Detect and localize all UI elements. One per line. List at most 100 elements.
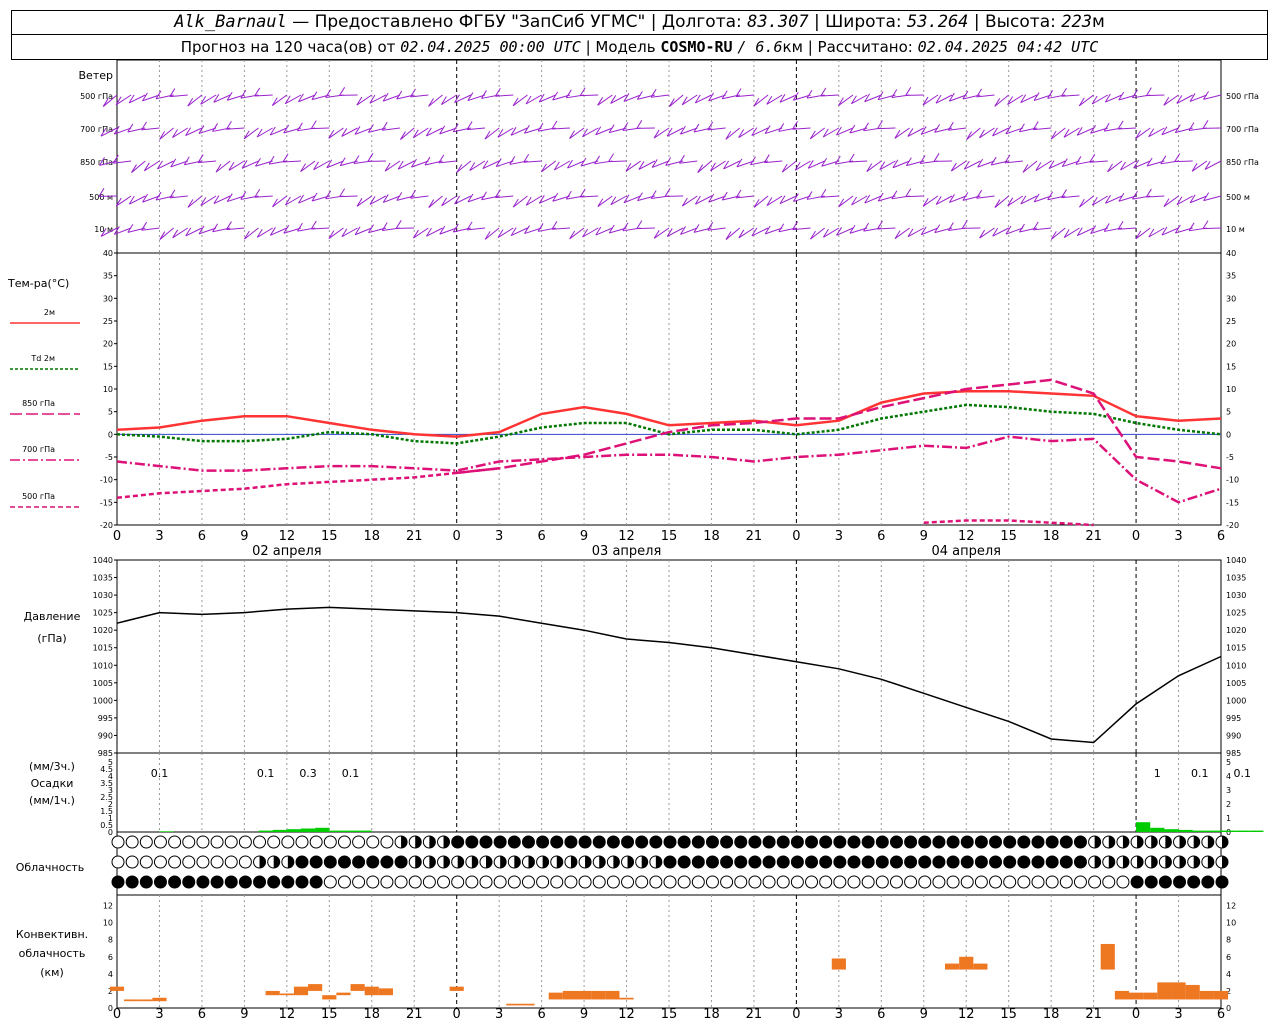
cloud-cover-circle xyxy=(281,835,295,849)
cloud-cover-half xyxy=(1137,856,1144,868)
conv-cloud-bar xyxy=(109,986,125,991)
conv-cloud-bar xyxy=(1114,990,1129,1000)
cloud-cover-half xyxy=(457,856,464,868)
x-tick-label: 15 xyxy=(1000,529,1017,544)
cloud-cover-circle xyxy=(182,855,196,869)
pressure-tick: 995 xyxy=(98,714,113,723)
cloud-cover-half xyxy=(655,856,662,868)
x-tick-label: 0 xyxy=(792,529,800,544)
conv-cloud-bar xyxy=(350,984,365,991)
cloud-cover-circle xyxy=(663,855,677,869)
cloud-cover-circle xyxy=(904,835,918,849)
wind-barb xyxy=(653,227,670,239)
cloud-cover-circle xyxy=(465,875,479,889)
x-tick-label: 6 xyxy=(877,1007,885,1022)
cloud-cover-circle xyxy=(1158,875,1172,889)
wind-barb xyxy=(159,127,174,140)
x-tick-label: 3 xyxy=(1174,529,1182,544)
pressure-tick: 1020 xyxy=(93,626,113,635)
wind-barb-flag xyxy=(636,220,643,229)
wind-barb xyxy=(738,127,755,138)
cloud-cover-circle xyxy=(734,835,748,849)
precip-title: Осадки xyxy=(31,777,74,790)
cloud-cover-circle xyxy=(833,875,847,889)
wind-barb-flag xyxy=(565,89,572,99)
x-tick-label: 15 xyxy=(321,529,338,544)
temp-tick-right: -20 xyxy=(1226,521,1239,530)
precip-tick-right: 4 xyxy=(1226,772,1231,781)
cloud-cover-circle xyxy=(606,835,620,849)
cloud-cover-half xyxy=(1165,856,1172,868)
precip-bar xyxy=(1178,829,1193,832)
cloud-cover-circle xyxy=(904,855,918,869)
wind-barb xyxy=(753,195,769,208)
legend-label: 850 гПа xyxy=(22,399,55,408)
precip-amount-label: 0.3 xyxy=(299,767,317,780)
cloud-cover-circle xyxy=(621,835,635,849)
cloud-cover-circle xyxy=(394,875,408,889)
wind-barb-flag xyxy=(976,189,983,199)
wind-barb-flag xyxy=(1145,87,1152,96)
cloud-cover-circle xyxy=(875,875,889,889)
conv-tick-right: 10 xyxy=(1226,919,1236,928)
wind-barb-flag xyxy=(381,121,388,131)
x-tick-label: 15 xyxy=(661,1007,678,1022)
cloud-cover-circle xyxy=(309,875,323,889)
wind-barb xyxy=(215,160,231,173)
wind-barb xyxy=(244,227,259,240)
cloud-cover-circle xyxy=(1031,855,1045,869)
cloud-cover-half xyxy=(415,836,422,848)
precip-tick: 2.5 xyxy=(100,793,113,802)
cloud-cover-circle xyxy=(1173,875,1187,889)
cloud-cover-circle xyxy=(635,835,649,849)
temp-tick: 20 xyxy=(103,340,113,349)
cloud-cover-circle xyxy=(946,855,960,869)
conv-cloud-bar xyxy=(152,997,167,1002)
cloud-cover-circle xyxy=(281,875,295,889)
cloud-cover-circle xyxy=(1059,875,1073,889)
cloud-cover-circle xyxy=(606,875,620,889)
cloud-cover-circle xyxy=(861,835,875,849)
wind-barb-flag xyxy=(933,153,940,162)
pressure-tick: 1035 xyxy=(93,574,113,583)
pressure-tick: 985 xyxy=(98,749,113,758)
cloud-cover-circle xyxy=(380,875,394,889)
cloud-cover-half xyxy=(599,856,606,868)
cloud-cover-circle xyxy=(168,875,182,889)
precip-bar xyxy=(258,830,273,832)
conv-cloud-bar xyxy=(548,992,563,1000)
cloud-cover-circle xyxy=(323,875,337,889)
wind-barb-flag xyxy=(395,220,402,229)
wind-barb xyxy=(172,127,189,138)
precip-bar xyxy=(1249,830,1264,832)
wind-barb xyxy=(1063,227,1080,238)
wind-barb xyxy=(1079,195,1094,208)
x-tick-label: 9 xyxy=(580,529,588,544)
wind-barb-flag xyxy=(1160,155,1167,165)
cloud-cover-circle xyxy=(437,875,451,889)
x-tick-label: 12 xyxy=(618,1007,635,1022)
cloud-cover-half xyxy=(287,856,294,868)
wind-barb xyxy=(725,127,741,140)
x-tick-label: 21 xyxy=(406,529,423,544)
cloud-cover-circle xyxy=(705,855,719,869)
cloud-cover-circle xyxy=(833,835,847,849)
cloud-cover-circle xyxy=(889,855,903,869)
conv-cloud-bar xyxy=(1143,992,1158,1000)
cloud-cover-circle xyxy=(295,855,309,869)
cloud-cover-half xyxy=(1151,836,1158,848)
wind-title: Ветер xyxy=(79,69,113,82)
cloud-cover-circle xyxy=(267,835,281,849)
cloud-cover-half xyxy=(1137,836,1144,848)
precip-bar xyxy=(1150,827,1165,832)
wind-barb-flag xyxy=(891,89,898,98)
conv-tick: 0 xyxy=(108,1004,113,1013)
cloud-cover-circle xyxy=(720,835,734,849)
conv-cloud-bar xyxy=(959,956,974,970)
precip-bar xyxy=(329,830,344,832)
wind-barb-flag xyxy=(112,154,119,164)
wind-level-label-right: 850 гПа xyxy=(1226,158,1259,167)
wind-barb xyxy=(131,160,146,173)
x-tick-label: 18 xyxy=(1043,529,1060,544)
wind-level-label: 500 гПа xyxy=(80,92,113,101)
